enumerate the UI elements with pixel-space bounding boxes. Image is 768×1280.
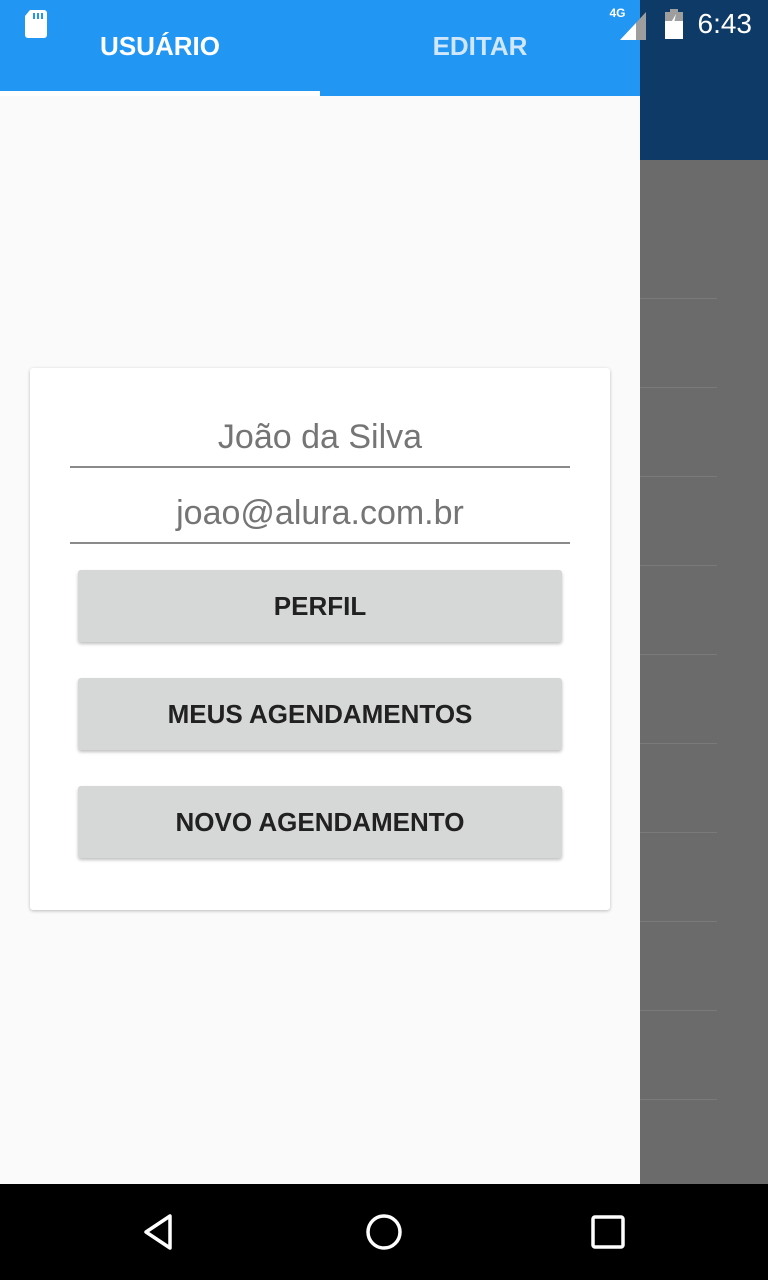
novo-agendamento-button[interactable]: NOVO AGENDAMENTO bbox=[78, 786, 562, 858]
background-divider bbox=[640, 387, 717, 388]
background-divider bbox=[640, 832, 717, 833]
clock: 6:43 bbox=[697, 8, 753, 39]
background-divider bbox=[640, 743, 717, 744]
background-divider bbox=[640, 476, 717, 477]
perfil-button[interactable]: PERFIL bbox=[78, 570, 562, 642]
background-divider bbox=[640, 654, 717, 655]
background-divider bbox=[640, 1010, 717, 1011]
tab-indicator bbox=[0, 91, 320, 96]
recents-icon[interactable] bbox=[584, 1208, 632, 1256]
user-card: João da Silva joao@alura.com.br PERFIL M… bbox=[30, 368, 610, 910]
name-field[interactable]: João da Silva bbox=[70, 408, 570, 468]
meus-agendamentos-button[interactable]: MEUS AGENDAMENTOS bbox=[78, 678, 562, 750]
email-field[interactable]: joao@alura.com.br bbox=[70, 484, 570, 544]
status-bar: 4G 6:43 bbox=[0, 0, 768, 48]
background-divider bbox=[640, 1099, 717, 1100]
battery-icon bbox=[664, 9, 683, 39]
background-divider bbox=[640, 298, 717, 299]
sd-card-icon bbox=[25, 10, 47, 38]
navigation-drawer: USUÁRIO EDITAR João da Silva joao@alura.… bbox=[0, 0, 640, 1184]
status-icons: 4G 6:43 bbox=[610, 0, 753, 48]
navigation-bar bbox=[0, 1184, 768, 1280]
home-icon[interactable] bbox=[360, 1208, 408, 1256]
back-icon[interactable] bbox=[136, 1208, 184, 1256]
signal-icon: 4G bbox=[610, 6, 650, 40]
background-divider bbox=[640, 921, 717, 922]
background-divider bbox=[640, 565, 717, 566]
